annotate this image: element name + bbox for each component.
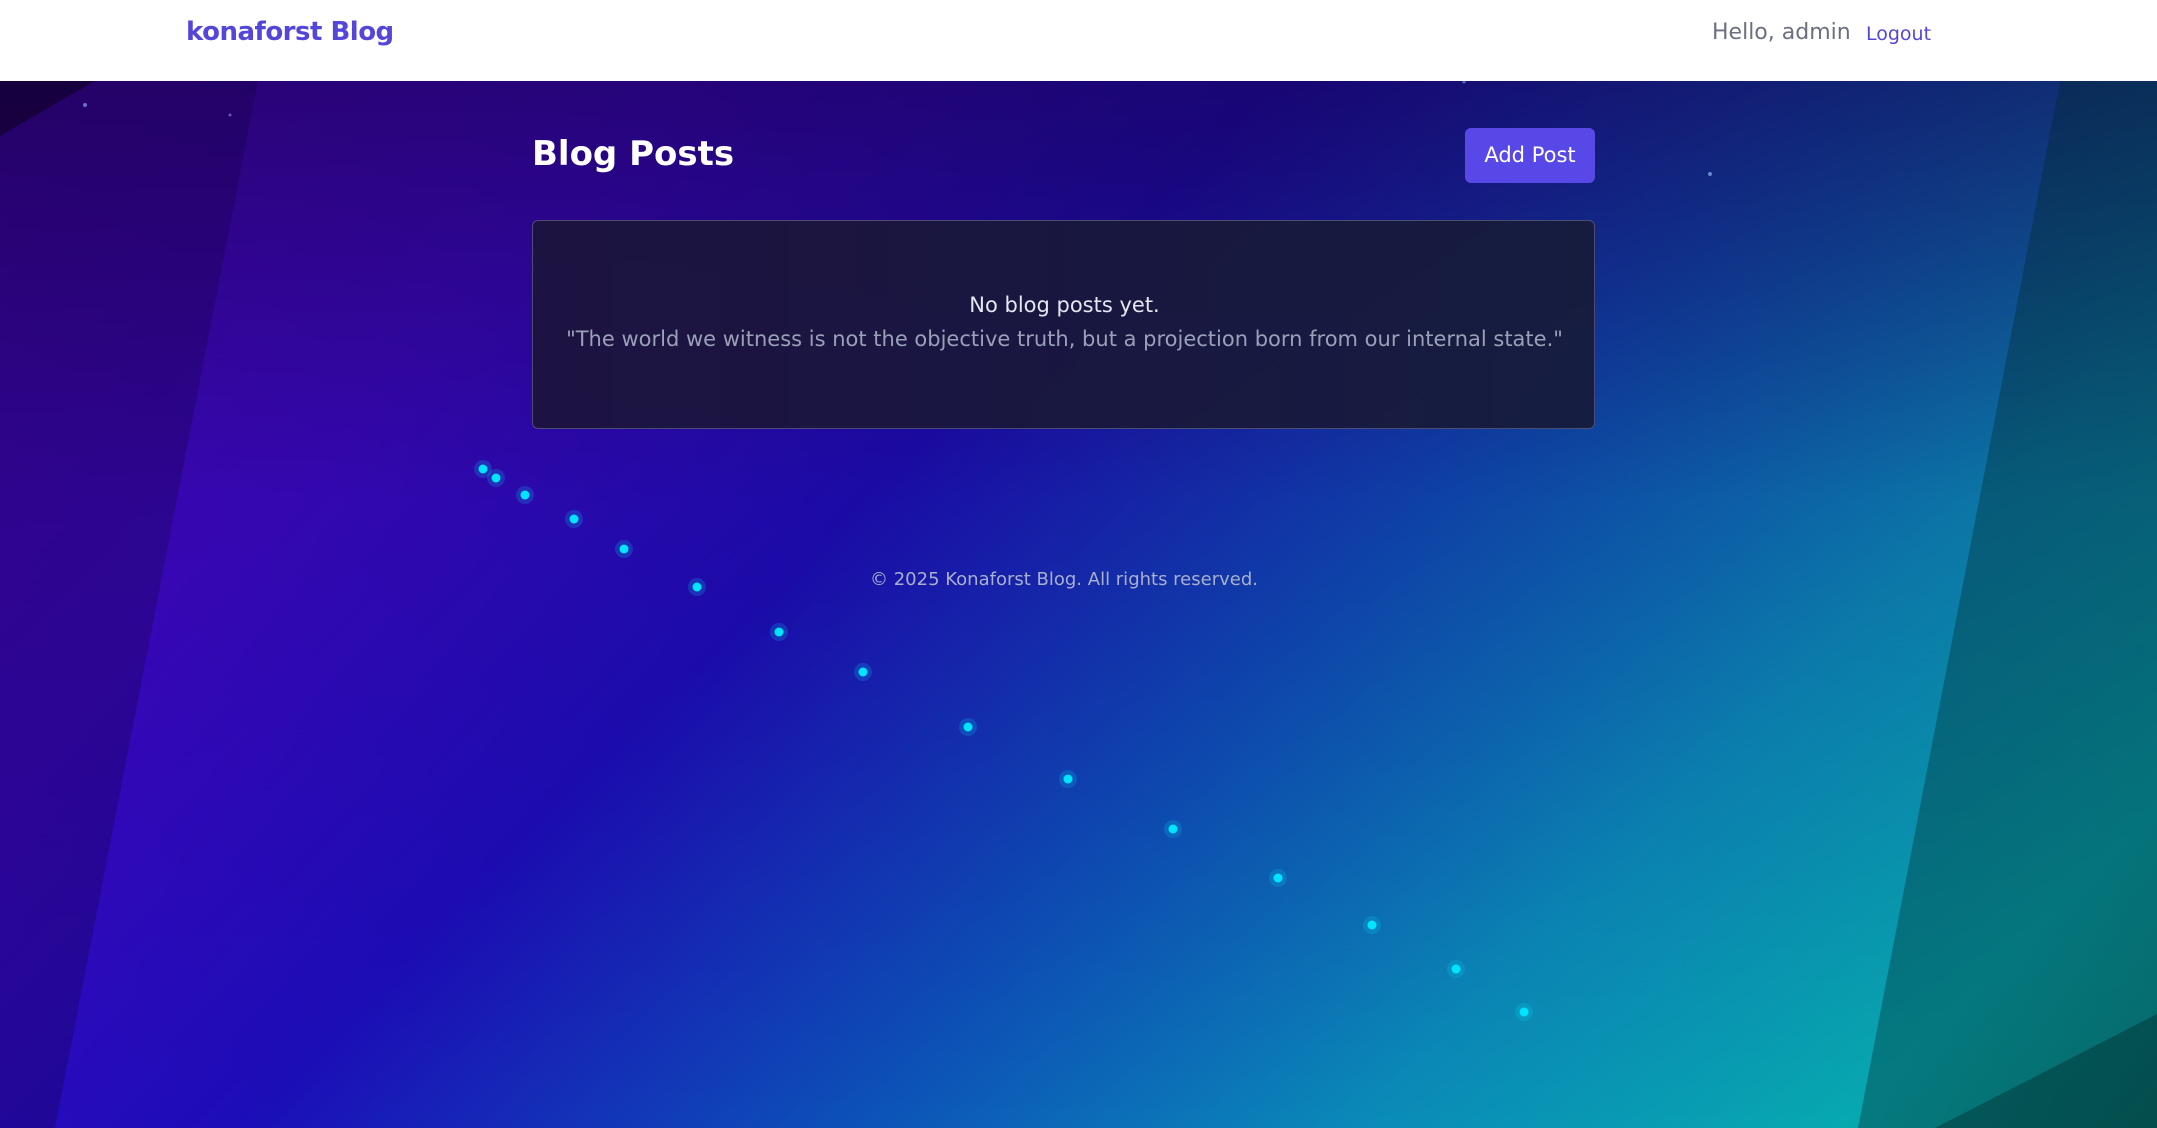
star: [83, 103, 87, 107]
glowing-dot: [491, 473, 501, 483]
user-greeting: Hello, admin: [1712, 20, 1851, 45]
glowing-dot: [619, 544, 629, 554]
empty-state-quote: "The world we witness is not the objecti…: [566, 327, 1563, 351]
star: [228, 113, 232, 117]
add-post-button[interactable]: Add Post: [1465, 128, 1595, 183]
glowing-dot: [858, 667, 868, 677]
glowing-dot: [1451, 964, 1461, 974]
page-title: Blog Posts: [532, 134, 735, 174]
glowing-dot: [1168, 824, 1178, 834]
glowing-dot: [774, 627, 784, 637]
glowing-dot: [520, 490, 530, 500]
star: [1462, 81, 1466, 84]
glowing-dot: [963, 722, 973, 732]
brand-link[interactable]: konaforst Blog: [186, 17, 394, 47]
empty-state-card: No blog posts yet. "The world we witness…: [532, 220, 1595, 429]
star: [1708, 172, 1712, 176]
left-panel-shape: [0, 81, 258, 1128]
logout-link[interactable]: Logout: [1866, 23, 1931, 45]
glowing-dot: [1519, 1007, 1529, 1017]
glowing-dot: [569, 514, 579, 524]
glowing-dot-trail: [474, 460, 1533, 1021]
glowing-dot: [1063, 774, 1073, 784]
glowing-dot: [1367, 920, 1377, 930]
empty-state-title: No blog posts yet.: [969, 293, 1160, 317]
footer-copyright: © 2025 Konaforst Blog. All rights reserv…: [870, 569, 1258, 590]
glowing-dot: [478, 464, 488, 474]
main-content: Blog Posts Add Post No blog posts yet. "…: [0, 81, 2157, 1128]
right-panel-shape: [1858, 81, 2157, 1128]
glowing-dot: [1273, 873, 1283, 883]
top-navbar: konaforst Blog Hello, admin Logout: [0, 0, 2157, 81]
